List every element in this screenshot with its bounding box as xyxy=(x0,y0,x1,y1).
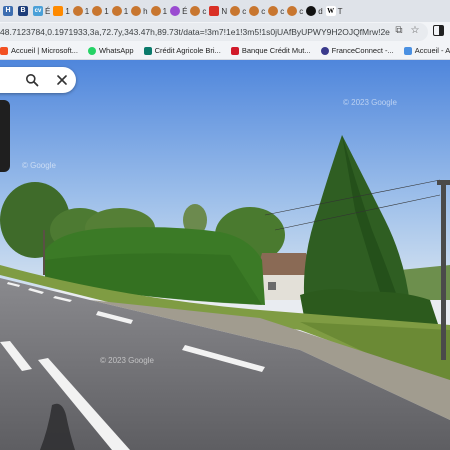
credit-mutuel-icon xyxy=(230,46,239,55)
browser-tab[interactable]: 1 xyxy=(150,2,168,20)
google-copyright-watermark: © 2023 Google xyxy=(343,98,397,107)
tab-title: 1 xyxy=(123,6,129,16)
credit-agricole-icon xyxy=(143,46,152,55)
web-icon xyxy=(287,6,298,16)
browser-tab[interactable]: B xyxy=(18,2,30,20)
browser-tab[interactable]: c xyxy=(268,2,284,20)
address-bar-row: 48.7123784,0.1971933,3a,72.7y,343.47h,89… xyxy=(0,22,450,42)
wikipedia-icon: W xyxy=(325,6,336,16)
bookmark-label: Accueil - Autoentr... xyxy=(414,46,450,55)
web-icon xyxy=(249,6,260,16)
google-copyright-watermark-bottom: © 2023 Google xyxy=(100,356,154,365)
browser-tab-strip: H B cv É 1 1 1 1 h 1 É c N c c c c d WT xyxy=(0,0,450,22)
bookmark-autoentrepreneur[interactable]: Accueil - Autoentr... xyxy=(403,46,450,55)
tab-title: É xyxy=(45,6,51,16)
web-icon xyxy=(92,6,103,16)
tab-title: c xyxy=(242,6,247,16)
purple-icon xyxy=(170,6,181,16)
tab-title: 1 xyxy=(65,6,70,16)
web-icon xyxy=(150,6,161,16)
bookmark-label: Banque Crédit Mut... xyxy=(241,46,311,55)
whatsapp-icon xyxy=(87,46,96,55)
web-icon xyxy=(72,6,83,16)
tiktok-icon xyxy=(306,6,317,16)
bookmark-label: WhatsApp xyxy=(98,46,134,55)
street-view-search-box[interactable] xyxy=(0,67,76,93)
street-view-image[interactable] xyxy=(0,60,450,450)
browser-tab[interactable]: 1 xyxy=(53,2,70,20)
tab-title: c xyxy=(261,6,266,16)
browser-tab[interactable]: c xyxy=(230,2,246,20)
tab-title: 1 xyxy=(162,6,168,16)
browser-tab[interactable]: cv É xyxy=(33,2,50,20)
browser-tab[interactable]: c xyxy=(190,2,206,20)
orange-icon xyxy=(53,6,64,16)
street-view-icon: H xyxy=(3,6,13,16)
cv-icon: cv xyxy=(33,6,43,16)
web-icon xyxy=(111,6,122,16)
bookmark-credit-mutuel[interactable]: Banque Crédit Mut... xyxy=(230,46,311,55)
gmail-icon xyxy=(209,6,220,16)
web-icon xyxy=(131,6,142,16)
autoentrepreneur-icon xyxy=(403,46,412,55)
close-icon[interactable] xyxy=(55,73,69,87)
bookmark-label: FranceConnect -... xyxy=(331,46,394,55)
street-view-panorama[interactable]: © 2023 Google © Google © 2023 Google xyxy=(0,60,450,450)
omnibox[interactable]: 48.7123784,0.1971933,3a,72.7y,343.47h,89… xyxy=(0,23,428,41)
web-icon xyxy=(268,6,279,16)
web-icon xyxy=(190,6,201,16)
bookmarks-bar: Accueil | Microsoft... WhatsApp Crédit A… xyxy=(0,42,450,60)
google-watermark: © Google xyxy=(22,161,56,170)
bookmark-label: Accueil | Microsoft... xyxy=(11,46,78,55)
utility-pole xyxy=(441,180,446,360)
bookmark-credit-agricole[interactable]: Crédit Agricole Bri... xyxy=(143,46,221,55)
browser-tab[interactable]: H xyxy=(3,2,15,20)
bookmark-label: Crédit Agricole Bri... xyxy=(154,46,221,55)
web-icon xyxy=(230,6,241,16)
bookmark-microsoft[interactable]: Accueil | Microsoft... xyxy=(0,46,78,55)
tab-title: c xyxy=(202,6,207,16)
side-panel-icon[interactable] xyxy=(432,25,444,37)
url-text[interactable]: 48.7123784,0.1971933,3a,72.7y,343.47h,89… xyxy=(0,27,390,37)
tab-title: 1 xyxy=(104,6,109,16)
tab-title: É xyxy=(182,6,188,16)
collapsed-side-panel[interactable] xyxy=(0,100,10,172)
search-icon[interactable] xyxy=(25,73,39,87)
bookmark-star-icon[interactable]: ☆ xyxy=(409,25,421,37)
browser-tab[interactable]: c xyxy=(249,2,265,20)
browser-tab[interactable]: 1 xyxy=(92,2,109,20)
tab-title: c xyxy=(299,6,304,16)
tab-title: c xyxy=(280,6,285,16)
booking-icon: B xyxy=(18,6,28,16)
tab-title: N xyxy=(221,6,228,16)
browser-tab[interactable]: É xyxy=(170,2,187,20)
browser-tab[interactable]: d xyxy=(306,2,323,20)
tab-title: T xyxy=(337,6,343,16)
microsoft-icon xyxy=(0,46,8,55)
tab-title: 1 xyxy=(84,6,90,16)
browser-tab[interactable]: WT xyxy=(325,2,343,20)
browser-tab[interactable]: 1 xyxy=(111,2,129,20)
bookmark-franceconnect[interactable]: FranceConnect -... xyxy=(320,46,394,55)
browser-tab[interactable]: c xyxy=(287,2,303,20)
install-app-icon[interactable]: ⧉ xyxy=(393,25,405,37)
browser-tab[interactable]: h xyxy=(131,2,148,20)
browser-tab[interactable]: 1 xyxy=(72,2,90,20)
tab-title: d xyxy=(318,6,323,16)
browser-tab[interactable]: N xyxy=(209,2,227,20)
franceconnect-icon xyxy=(320,46,329,55)
tab-title: h xyxy=(143,6,148,16)
bookmark-whatsapp[interactable]: WhatsApp xyxy=(87,46,134,55)
